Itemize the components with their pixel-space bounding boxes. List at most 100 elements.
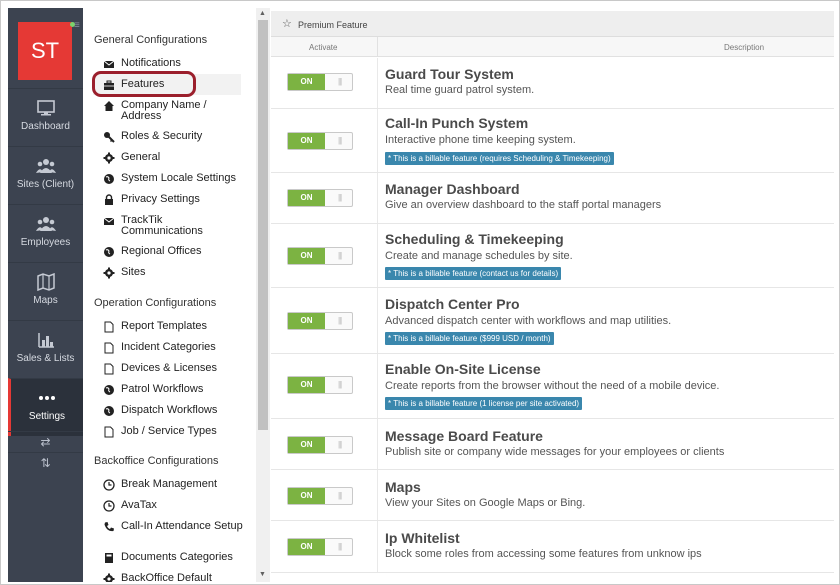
menu-item-tracktik-communications[interactable]: TrackTik Communications: [103, 215, 243, 237]
nav-sales-lists[interactable]: Sales & Lists: [8, 320, 83, 378]
menu-scrollbar[interactable]: ▲ ▼: [256, 8, 270, 582]
menu-lines-icon[interactable]: ≡: [74, 21, 82, 31]
feature-toggle[interactable]: ON |||: [287, 73, 353, 91]
menu-item-privacy-settings[interactable]: Privacy Settings: [103, 194, 243, 206]
toggle-grip-icon: |||: [338, 316, 342, 325]
feature-toggle[interactable]: ON |||: [287, 189, 353, 207]
document-icon: [104, 321, 114, 333]
toggle-grip-icon: |||: [338, 77, 342, 86]
scroll-up-arrow-icon[interactable]: ▲: [259, 10, 266, 17]
menu-item-documents-categories[interactable]: Documents Categories: [103, 552, 243, 564]
column-divider: [377, 37, 378, 57]
nav-label: Sales & Lists: [16, 353, 75, 364]
gear-icon: [103, 267, 115, 279]
toggle-on-label: ON: [288, 488, 325, 504]
feature-title: Guard Tour System: [385, 66, 514, 82]
app-window: ST ≡ Dashboard Sites (Client) Employees …: [0, 0, 840, 585]
menu-item-patrol-workflows[interactable]: Patrol Workflows: [103, 384, 243, 396]
nav-label: Maps: [33, 295, 58, 306]
toggle-on-label: ON: [288, 133, 325, 149]
menu-item-break-management[interactable]: Break Management: [103, 479, 243, 491]
toggle-grip-icon: |||: [338, 542, 342, 551]
nav-label: Sites (Client): [16, 179, 75, 190]
feature-title: Ip Whitelist: [385, 530, 460, 546]
menu-item-regional-offices[interactable]: Regional Offices: [103, 246, 243, 258]
menu-item-roles-security[interactable]: Roles & Security: [103, 131, 243, 143]
bar-chart-icon: [37, 333, 54, 348]
menu-item-job-service-types[interactable]: Job / Service Types: [103, 426, 243, 438]
home-icon: [104, 101, 114, 111]
app-logo[interactable]: ST: [18, 22, 72, 80]
people-icon: [35, 159, 56, 173]
column-divider: [377, 521, 378, 572]
scroll-down-arrow-icon[interactable]: ▼: [259, 571, 266, 578]
map-icon: [36, 273, 55, 291]
clock-icon: [103, 479, 115, 491]
menu-item-sites[interactable]: Sites: [103, 267, 243, 279]
column-divider: [377, 354, 378, 418]
menu-item-system-locale-settings[interactable]: System Locale Settings: [103, 173, 243, 185]
toggle-on-label: ON: [288, 190, 325, 206]
feature-description: Advanced dispatch center with workflows …: [385, 315, 672, 327]
feature-toggle[interactable]: ON |||: [287, 247, 353, 265]
swap-horizontal-icon[interactable]: ⇄: [8, 431, 83, 452]
people-icon: [35, 217, 56, 231]
billable-badge: * This is a billable feature (1 license …: [385, 397, 583, 410]
phone-icon: [104, 522, 114, 532]
premium-feature-header: ☆ Premium Feature: [271, 11, 834, 37]
column-header-activate: Activate: [309, 43, 338, 52]
menu-item-backoffice-default[interactable]: BackOffice Default: [103, 573, 243, 582]
features-highlight-outline: [92, 71, 196, 97]
menu-item-general[interactable]: General: [103, 152, 243, 164]
feature-row: ON ||| Guard Tour System Real time guard …: [271, 58, 834, 109]
feature-title: Maps: [385, 479, 421, 495]
billable-badge: * This is a billable feature (contact us…: [385, 267, 562, 280]
feature-toggle[interactable]: ON |||: [287, 376, 353, 394]
toggle-grip-icon: |||: [338, 491, 342, 500]
menu-item-dispatch-workflows[interactable]: Dispatch Workflows: [103, 405, 243, 417]
feature-description: Block some roles from accessing some fea…: [385, 548, 702, 560]
nav-dashboard[interactable]: Dashboard: [8, 88, 83, 146]
nav-maps[interactable]: Maps: [8, 262, 83, 320]
settings-menu: General Configurations Notifications Fea…: [83, 8, 256, 582]
feature-row: ON ||| Dispatch Center Pro Advanced dispa…: [271, 288, 834, 354]
feature-toggle[interactable]: ON |||: [287, 312, 353, 330]
book-icon: [105, 553, 113, 563]
feature-title: Call-In Punch System: [385, 115, 529, 131]
column-divider: [377, 288, 378, 353]
feature-title: Manager Dashboard: [385, 181, 520, 197]
menu-item-call-in-attendance-setup[interactable]: Call-In Attendance Setup: [103, 521, 243, 533]
menu-item-report-templates[interactable]: Report Templates: [103, 321, 243, 333]
scrollbar-thumb[interactable]: [258, 20, 268, 430]
swap-vertical-icon[interactable]: ⇅: [8, 452, 83, 473]
feature-row: ON ||| Manager Dashboard Give an overview…: [271, 173, 834, 224]
menu-item-notifications[interactable]: Notifications: [103, 58, 243, 70]
section-title-backoffice: Backoffice Configurations: [94, 455, 219, 467]
menu-item-incident-categories[interactable]: Incident Categories: [103, 342, 243, 354]
nav-sites-client[interactable]: Sites (Client): [8, 146, 83, 204]
document-icon: [104, 342, 114, 354]
toggle-grip-icon: |||: [338, 193, 342, 202]
feature-description: Give an overview dashboard to the staff …: [385, 199, 662, 211]
feature-toggle[interactable]: ON |||: [287, 487, 353, 505]
logo-text: ST: [30, 38, 60, 63]
nav-settings[interactable]: Settings: [8, 378, 83, 436]
toggle-grip-icon: |||: [338, 440, 342, 449]
feature-description: Real time guard patrol system.: [385, 84, 535, 96]
feature-toggle[interactable]: ON |||: [287, 538, 353, 556]
menu-item-devices-licenses[interactable]: Devices & Licenses: [103, 363, 243, 375]
globe-icon: [104, 174, 114, 184]
menu-item-company-name-address[interactable]: Company Name / Address: [103, 100, 243, 122]
feature-toggle[interactable]: ON |||: [287, 132, 353, 150]
toggle-grip-icon: |||: [338, 380, 342, 389]
menu-item-avatax[interactable]: AvaTax: [103, 500, 243, 512]
document-icon: [104, 426, 114, 438]
feature-description: Create reports from the browser without …: [385, 380, 720, 392]
feature-toggle[interactable]: ON |||: [287, 436, 353, 454]
features-panel: ☆ Premium Feature Activate Description O…: [271, 8, 834, 582]
nav-label: Dashboard: [21, 121, 70, 132]
section-title-general: General Configurations: [94, 34, 208, 46]
feature-title: Scheduling & Timekeeping: [385, 231, 564, 247]
nav-employees[interactable]: Employees: [8, 204, 83, 262]
feature-title: Dispatch Center Pro: [385, 296, 520, 312]
